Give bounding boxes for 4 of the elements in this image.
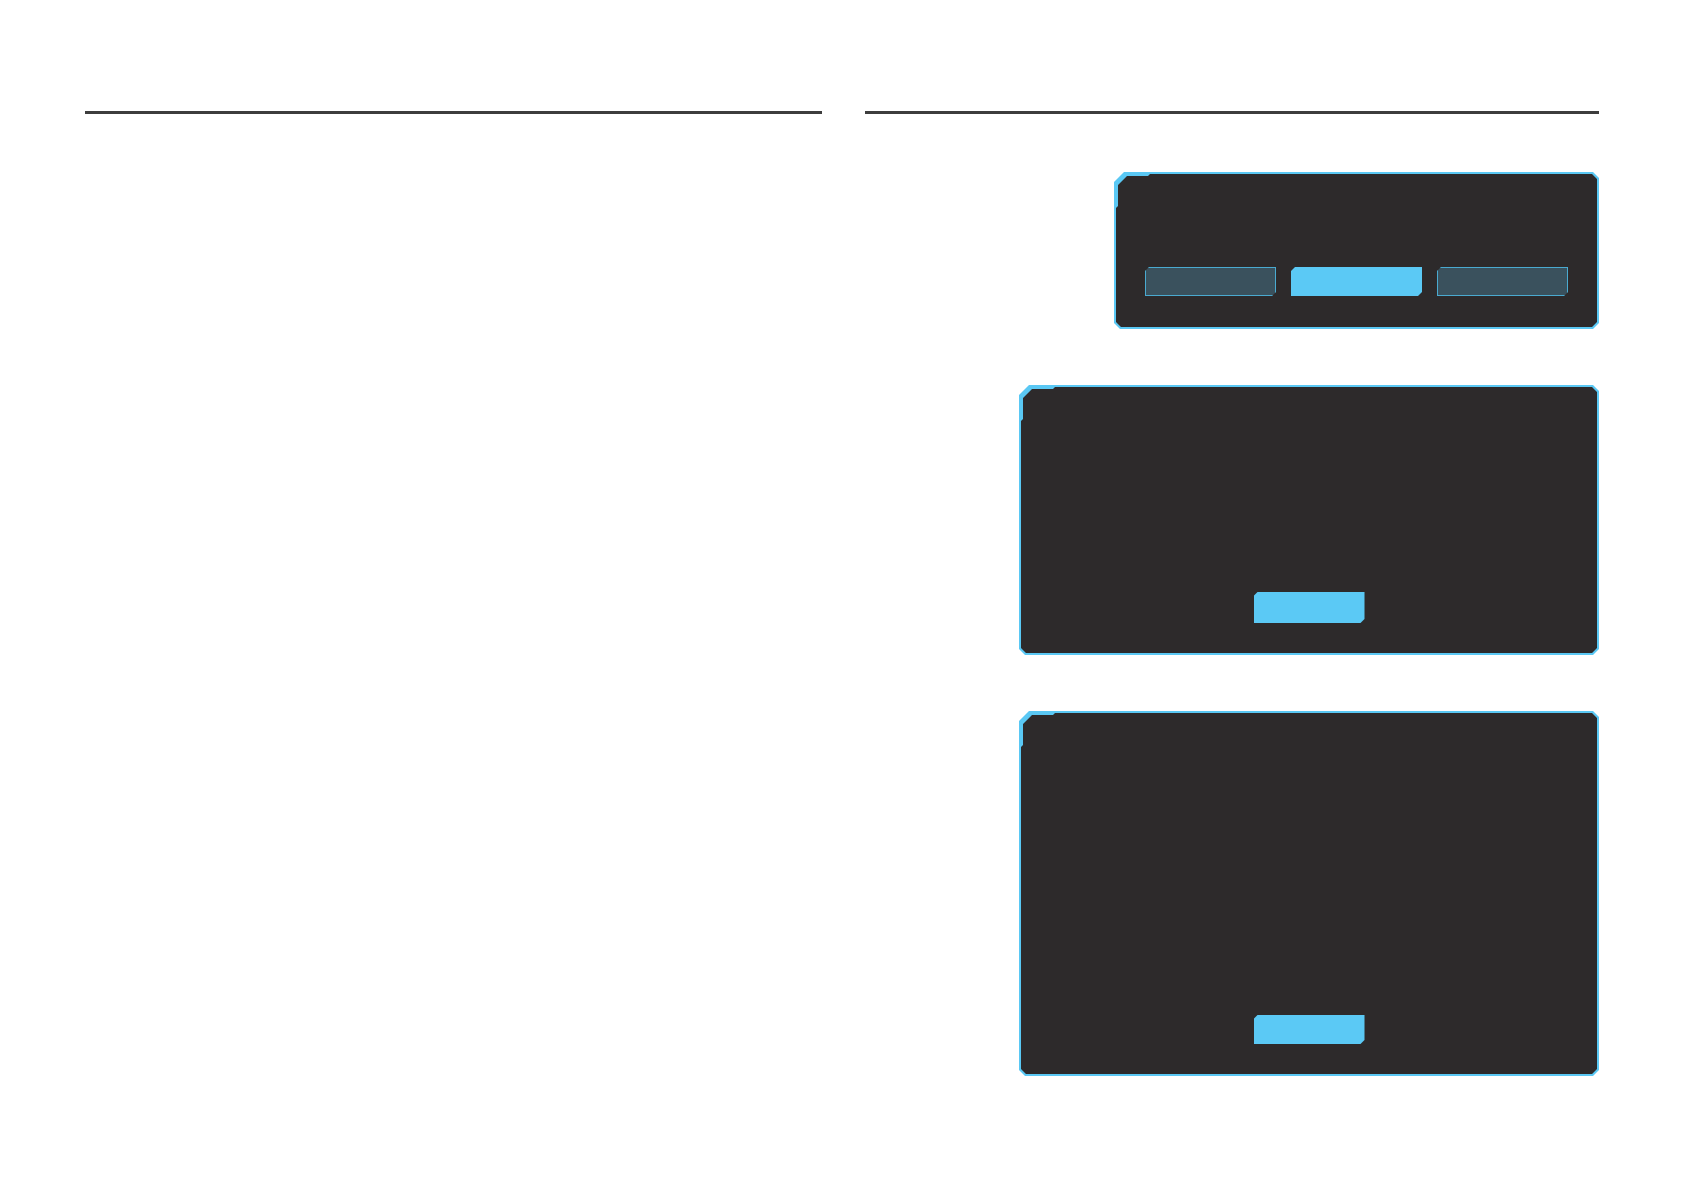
- dialog-button[interactable]: [1437, 267, 1568, 296]
- dialog-button[interactable]: [1145, 267, 1276, 296]
- dialog-button[interactable]: [1253, 1015, 1365, 1044]
- dialog-button[interactable]: [1253, 592, 1365, 623]
